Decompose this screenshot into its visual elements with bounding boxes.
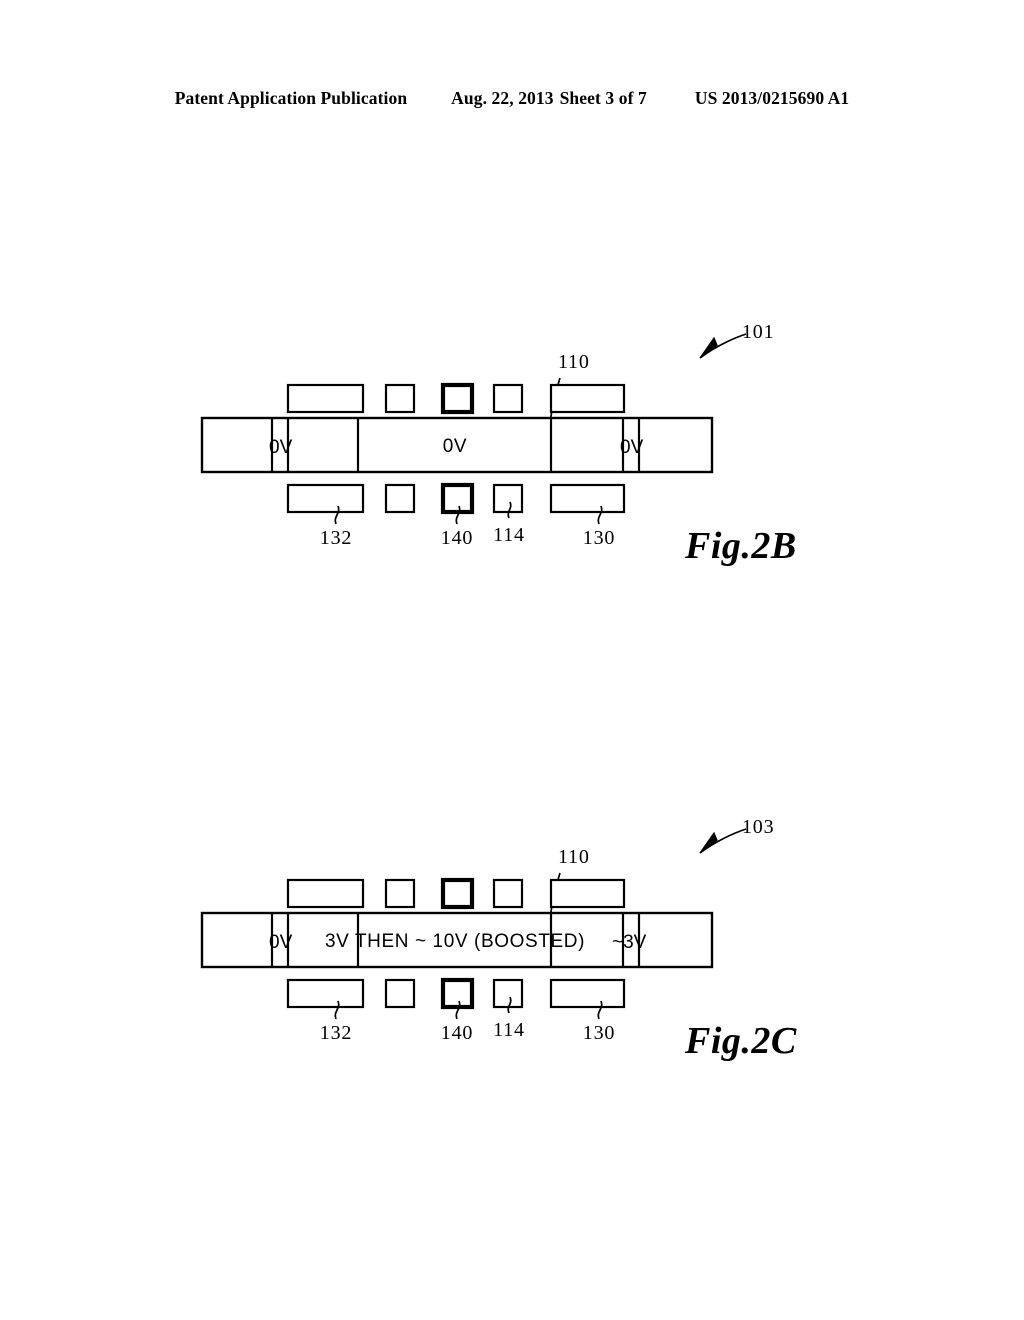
lower-box-center-bold bbox=[440, 482, 475, 515]
ref-label-140: 140 bbox=[441, 1022, 473, 1044]
header-date-text: Aug. 22, 2013 bbox=[451, 88, 554, 108]
lower-box-center-bold bbox=[440, 977, 475, 1010]
header-sheet-text: Sheet 3 of 7 bbox=[559, 88, 647, 108]
lower-box-small-2 bbox=[492, 978, 524, 1009]
upper-box-left-wide bbox=[286, 878, 365, 909]
lower-box-small-2 bbox=[492, 483, 524, 514]
lower-box-right-wide bbox=[549, 978, 626, 1009]
channel-ref-label: 110 bbox=[558, 846, 590, 868]
ref-label-114: 114 bbox=[493, 524, 525, 546]
bar-label-left-select: 0V bbox=[269, 932, 293, 953]
patent-drawing-page: Patent Application Publication Aug. 22, … bbox=[0, 0, 1024, 1320]
ref-label-140: 140 bbox=[441, 527, 473, 549]
lower-box-right-wide bbox=[549, 483, 626, 514]
lower-box-left-wide bbox=[286, 978, 365, 1009]
upper-box-small-1 bbox=[384, 878, 416, 909]
header-publication-text: Patent Application Publication bbox=[174, 88, 408, 108]
ref-label-130: 130 bbox=[583, 1022, 615, 1044]
lower-box-left-wide bbox=[286, 483, 365, 514]
lower-box-small-1 bbox=[384, 978, 416, 1009]
upper-box-right-wide bbox=[549, 383, 626, 414]
bar-label-left-select: 0V bbox=[269, 437, 293, 458]
upper-box-right-wide bbox=[549, 878, 626, 909]
ref-label-132: 132 bbox=[320, 527, 352, 549]
figure-caption-2c: Fig.2C bbox=[684, 1020, 797, 1062]
bar-label-right-select: ~3V bbox=[612, 932, 647, 953]
ref-label-132: 132 bbox=[320, 1022, 352, 1044]
upper-box-center-bold bbox=[440, 877, 475, 910]
page-header: Patent Application Publication Aug. 22, … bbox=[0, 88, 1024, 114]
bar-label-center: 3V THEN ~ 10V (BOOSTED) bbox=[325, 931, 585, 952]
upper-box-center-bold bbox=[440, 382, 475, 415]
bar-label-center: 0V bbox=[443, 436, 467, 457]
ref-label-114: 114 bbox=[493, 1019, 525, 1041]
assembly-ref-label: 101 bbox=[742, 321, 774, 343]
assembly-ref-label: 103 bbox=[742, 816, 774, 838]
upper-box-small-2 bbox=[492, 878, 524, 909]
header-patent-number: US 2013/0215690 A1 bbox=[694, 88, 850, 108]
figure-2b: 101 110 0V 0V 0V 132 140 114 130 Fig.2B bbox=[0, 300, 1024, 600]
assembly-callout-103: 103 bbox=[699, 816, 774, 854]
channel-ref-label: 110 bbox=[558, 351, 590, 373]
upper-box-left-wide bbox=[286, 383, 365, 414]
upper-box-small-2 bbox=[492, 383, 524, 414]
ref-label-130: 130 bbox=[583, 527, 615, 549]
assembly-callout-101: 101 bbox=[699, 321, 774, 359]
figure-2c: 103 110 0V 3V THEN ~ 10V (BOOSTED) ~3V 1… bbox=[0, 795, 1024, 1095]
lower-box-small-1 bbox=[384, 483, 416, 514]
bar-label-right-select: 0V bbox=[620, 437, 644, 458]
upper-box-small-1 bbox=[384, 383, 416, 414]
figure-caption-2b: Fig.2B bbox=[684, 525, 797, 567]
